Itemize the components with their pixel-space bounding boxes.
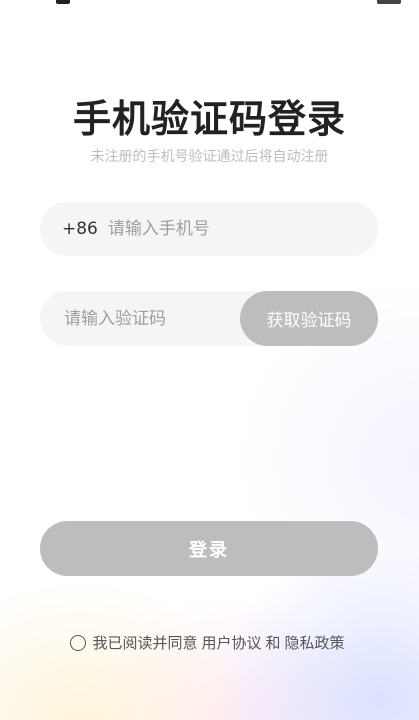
get-code-button[interactable]: 获取验证码 (240, 291, 378, 346)
agreement-conjunction: 和 (265, 634, 281, 652)
page-subtitle: 未注册的手机号验证通过后将自动注册 (90, 149, 329, 165)
login-button[interactable]: 登录 (40, 521, 378, 576)
status-indicator-icon (56, 0, 70, 4)
login-screen: 手机验证码登录 未注册的手机号验证通过后将自动注册 +86 获取验证码 登录 我… (0, 0, 419, 720)
status-bar (0, 0, 419, 8)
user-agreement-link[interactable]: 用户协议 (201, 632, 261, 653)
verification-code-input[interactable] (64, 308, 240, 329)
agreement-prefix: 我已阅读并同意 (92, 634, 198, 652)
phone-field[interactable]: +86 (40, 202, 378, 256)
verification-code-field[interactable]: 获取验证码 (40, 291, 378, 346)
phone-input[interactable] (107, 219, 378, 239)
agreement-checkbox[interactable] (70, 634, 87, 651)
page-title: 手机验证码登录 (72, 97, 346, 141)
privacy-policy-link[interactable]: 隐私政策 (285, 632, 345, 653)
battery-icon (377, 0, 401, 4)
country-code[interactable]: +86 (62, 219, 98, 239)
agreement-row: 我已阅读并同意 用户协议 和 隐私政策 (0, 632, 419, 653)
